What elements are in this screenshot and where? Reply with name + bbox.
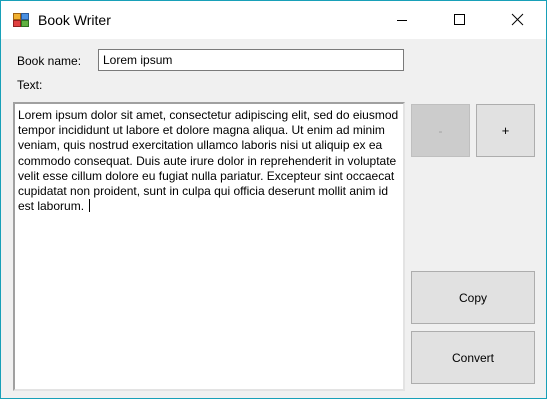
- book-text-content: Lorem ipsum dolor sit amet, consectetur …: [18, 108, 402, 214]
- text-label: Text:: [17, 78, 43, 92]
- close-icon: [511, 13, 524, 26]
- increase-button[interactable]: +: [476, 104, 535, 157]
- maximize-button[interactable]: [437, 1, 483, 39]
- copy-button[interactable]: Copy: [411, 271, 535, 324]
- maximize-icon: [454, 14, 465, 25]
- book-writer-window: Book Writer Book name: Text: Lorem ipsum…: [0, 0, 547, 399]
- minimize-button[interactable]: [379, 1, 425, 39]
- decrease-button[interactable]: -: [411, 104, 470, 157]
- app-icon: [13, 13, 29, 27]
- title-bar[interactable]: Book Writer: [1, 1, 546, 39]
- window-title: Book Writer: [38, 12, 111, 28]
- text-caret: [89, 199, 91, 213]
- close-button[interactable]: [495, 1, 541, 39]
- book-text-area[interactable]: Lorem ipsum dolor sit amet, consectetur …: [13, 102, 405, 391]
- minimize-icon: [397, 20, 407, 21]
- book-name-input[interactable]: [98, 49, 404, 71]
- convert-button[interactable]: Convert: [411, 331, 535, 384]
- book-name-label: Book name:: [17, 54, 82, 68]
